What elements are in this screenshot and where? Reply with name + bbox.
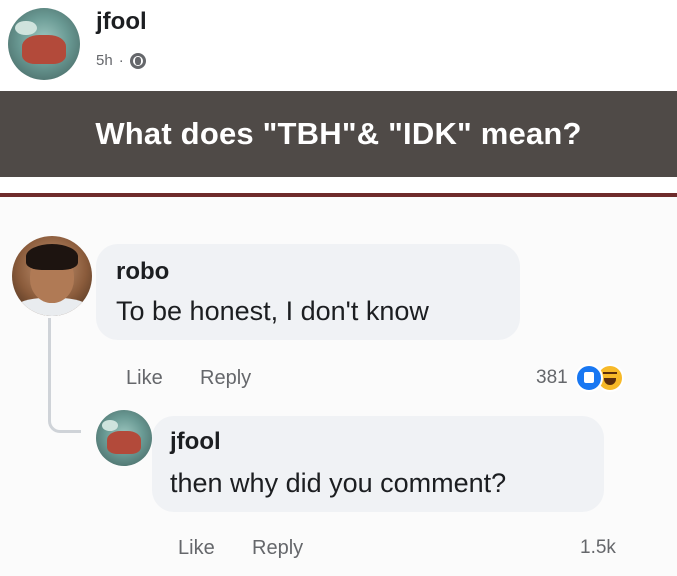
post-author-avatar[interactable]: [8, 8, 80, 80]
reply-author-avatar[interactable]: [96, 410, 152, 466]
globe-icon[interactable]: [129, 52, 146, 69]
reply-button[interactable]: Reply: [200, 367, 251, 390]
post-time[interactable]: 5h: [96, 52, 113, 69]
like-button[interactable]: Like: [126, 367, 163, 390]
like-react-icon[interactable]: [575, 364, 603, 392]
post-banner: What does "TBH"& "IDK" mean?: [0, 91, 677, 177]
reply-reply-button[interactable]: Reply: [252, 537, 303, 560]
comment-text: To be honest, I don't know: [116, 296, 429, 326]
post-meta: 5h ·: [96, 52, 146, 69]
meta-separator: ·: [118, 52, 124, 69]
post-author-name[interactable]: jfool: [96, 8, 147, 36]
reply-like-button[interactable]: Like: [178, 537, 215, 560]
post-header: jfool 5h ·: [0, 0, 677, 88]
comment-author[interactable]: robo: [116, 258, 169, 286]
reply-bubble: jfool then why did you comment?: [152, 416, 604, 512]
banner-text: What does "TBH"& "IDK" mean?: [95, 116, 582, 151]
reply-author[interactable]: jfool: [170, 428, 221, 456]
thread-line: [48, 318, 81, 433]
comment-bubble: robo To be honest, I don't know: [96, 244, 520, 340]
commenter-avatar[interactable]: [12, 236, 92, 316]
reply-text: then why did you comment?: [170, 468, 507, 498]
reply-reaction-count[interactable]: 1.5k: [580, 537, 616, 559]
reaction-count[interactable]: 381: [536, 367, 568, 389]
